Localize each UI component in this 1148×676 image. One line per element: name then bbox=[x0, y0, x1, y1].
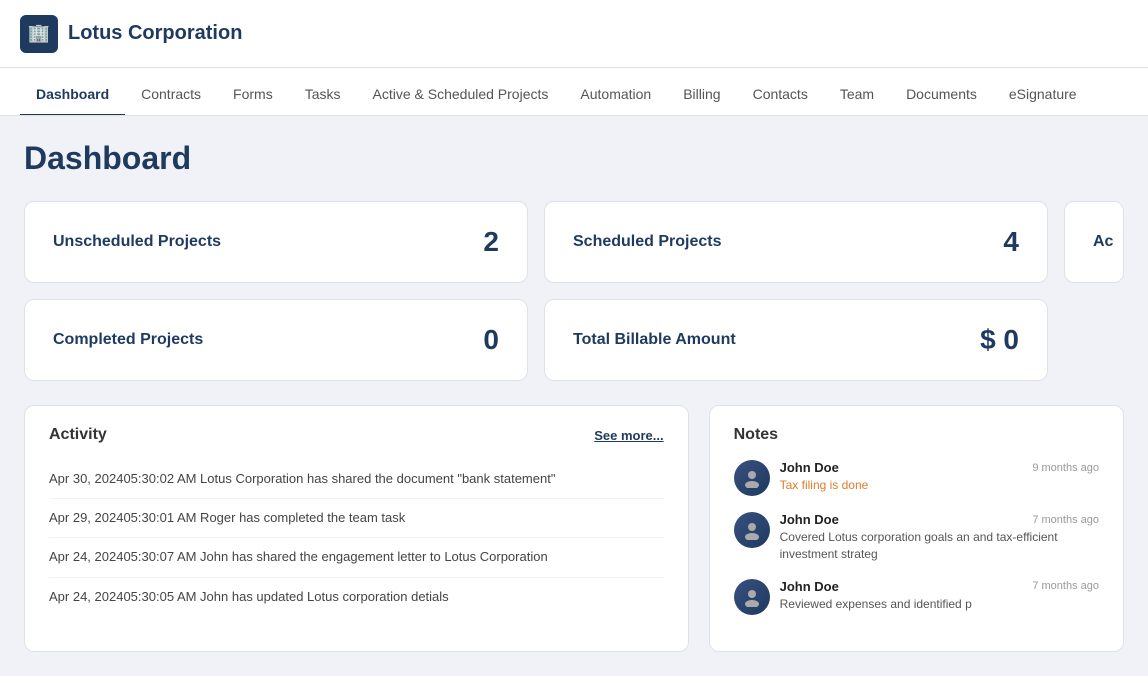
note-item: John Doe 7 months ago Reviewed expenses … bbox=[734, 579, 1099, 615]
activity-title: Activity bbox=[49, 426, 107, 444]
note-author: John Doe bbox=[780, 460, 839, 475]
note-text: Tax filing is done bbox=[780, 477, 1099, 494]
tab-documents[interactable]: Documents bbox=[890, 74, 993, 116]
note-author: John Doe bbox=[780, 579, 839, 594]
tab-team[interactable]: Team bbox=[824, 74, 890, 116]
activity-header: Activity See more... bbox=[49, 426, 664, 444]
note-text: Covered Lotus corporation goals an and t… bbox=[780, 529, 1099, 563]
logo-wrapper: 🏢 Lotus Corporation bbox=[20, 15, 242, 53]
header: 🏢 Lotus Corporation bbox=[0, 0, 1148, 68]
note-author: John Doe bbox=[780, 512, 839, 527]
note-time: 7 months ago bbox=[1032, 514, 1099, 526]
avatar bbox=[734, 579, 770, 615]
note-meta: John Doe 7 months ago bbox=[780, 579, 1099, 594]
unscheduled-label: Unscheduled Projects bbox=[53, 233, 221, 251]
notes-card: Notes John Doe 9 months ago Tax filing i… bbox=[709, 405, 1124, 652]
tab-active-scheduled[interactable]: Active & Scheduled Projects bbox=[357, 74, 565, 116]
spacer bbox=[1064, 299, 1124, 381]
completed-projects-card: Completed Projects 0 bbox=[24, 299, 528, 381]
bottom-grid: Activity See more... Apr 30, 202405:30:0… bbox=[24, 405, 1124, 652]
stats-row-1: Unscheduled Projects 2 Scheduled Project… bbox=[24, 201, 1124, 283]
note-text: Reviewed expenses and identified p bbox=[780, 596, 1099, 613]
tab-esignature[interactable]: eSignature bbox=[993, 74, 1093, 116]
active-partial-label: Ac bbox=[1093, 233, 1113, 251]
note-time: 9 months ago bbox=[1032, 462, 1099, 474]
scheduled-projects-card: Scheduled Projects 4 bbox=[544, 201, 1048, 283]
note-time: 7 months ago bbox=[1032, 580, 1099, 592]
billable-amount-card: Total Billable Amount $ 0 bbox=[544, 299, 1048, 381]
note-item: John Doe 7 months ago Covered Lotus corp… bbox=[734, 512, 1099, 563]
scheduled-value: 4 bbox=[1003, 226, 1019, 258]
stats-row-2: Completed Projects 0 Total Billable Amou… bbox=[24, 299, 1124, 381]
activity-item: Apr 30, 202405:30:02 AM Lotus Corporatio… bbox=[49, 460, 664, 499]
tab-tasks[interactable]: Tasks bbox=[289, 74, 357, 116]
note-content: John Doe 9 months ago Tax filing is done bbox=[780, 460, 1099, 496]
activity-item: Apr 24, 202405:30:05 AM John has updated… bbox=[49, 578, 664, 616]
note-item: John Doe 9 months ago Tax filing is done bbox=[734, 460, 1099, 496]
nav-bar: Dashboard Contracts Forms Tasks Active &… bbox=[0, 68, 1148, 116]
scheduled-label: Scheduled Projects bbox=[573, 233, 722, 251]
activity-item: Apr 24, 202405:30:07 AM John has shared … bbox=[49, 538, 664, 577]
tab-contacts[interactable]: Contacts bbox=[737, 74, 824, 116]
tab-dashboard[interactable]: Dashboard bbox=[20, 74, 125, 116]
main-content: Dashboard Unscheduled Projects 2 Schedul… bbox=[0, 116, 1148, 676]
avatar bbox=[734, 460, 770, 496]
billable-value: $ 0 bbox=[980, 324, 1019, 356]
billable-label: Total Billable Amount bbox=[573, 331, 736, 349]
completed-value: 0 bbox=[483, 324, 499, 356]
completed-label: Completed Projects bbox=[53, 331, 203, 349]
tab-forms[interactable]: Forms bbox=[217, 74, 289, 116]
note-meta: John Doe 9 months ago bbox=[780, 460, 1099, 475]
company-name: Lotus Corporation bbox=[68, 22, 242, 45]
logo-icon: 🏢 bbox=[20, 15, 58, 53]
active-partial-card: Ac bbox=[1064, 201, 1124, 283]
unscheduled-projects-card: Unscheduled Projects 2 bbox=[24, 201, 528, 283]
tab-contracts[interactable]: Contracts bbox=[125, 74, 217, 116]
see-more-link[interactable]: See more... bbox=[594, 428, 663, 443]
note-meta: John Doe 7 months ago bbox=[780, 512, 1099, 527]
notes-title: Notes bbox=[734, 426, 1099, 444]
activity-card: Activity See more... Apr 30, 202405:30:0… bbox=[24, 405, 689, 652]
tab-automation[interactable]: Automation bbox=[564, 74, 667, 116]
unscheduled-value: 2 bbox=[483, 226, 499, 258]
avatar bbox=[734, 512, 770, 548]
activity-item: Apr 29, 202405:30:01 AM Roger has comple… bbox=[49, 499, 664, 538]
note-content: John Doe 7 months ago Covered Lotus corp… bbox=[780, 512, 1099, 563]
page-title: Dashboard bbox=[24, 140, 1124, 177]
tab-billing[interactable]: Billing bbox=[667, 74, 736, 116]
note-content: John Doe 7 months ago Reviewed expenses … bbox=[780, 579, 1099, 615]
